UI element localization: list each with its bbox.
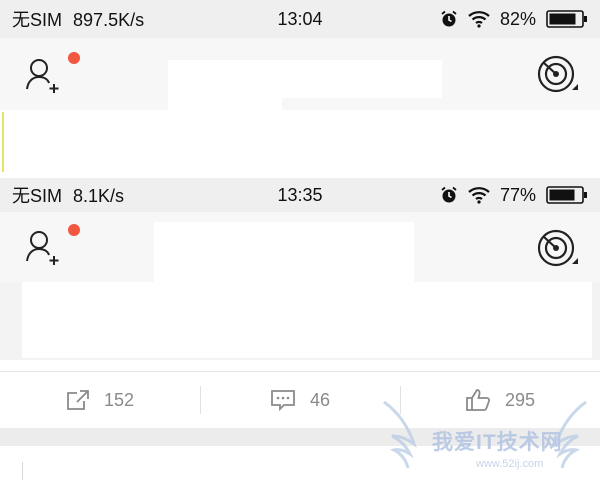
notification-dot-2 [68, 224, 80, 236]
add-friend-icon[interactable] [24, 228, 64, 268]
comment-icon [271, 390, 295, 411]
wifi-icon [468, 11, 490, 28]
carrier-label-2: 无SIM [12, 186, 63, 206]
status-right-2: 77% [440, 185, 588, 206]
status-left: 无SIM 897.5K/s [12, 6, 144, 32]
watermark-title: 我爱IT技术网 [432, 431, 563, 454]
comment-button[interactable]: 46 [200, 372, 400, 428]
battery-percent: 82% [499, 8, 536, 29]
wifi-icon [468, 187, 490, 204]
battery-percent-2: 77% [499, 184, 536, 205]
status-bar-2: 无SIM 8.1K/s 13:35 77% [0, 178, 600, 212]
status-right: 82% [440, 9, 588, 30]
carrier-label: 无SIM [12, 10, 63, 30]
comment-count: 46 [309, 389, 331, 410]
top-nav-bar-2 [0, 212, 600, 282]
notification-dot [68, 52, 80, 64]
status-bar: 无SIM 897.5K/s 13:04 82% [0, 0, 600, 38]
edge-marker [2, 112, 4, 172]
radar-icon[interactable] [536, 54, 580, 98]
redacted-title-area-2 [154, 222, 414, 282]
top-nav-bar [0, 38, 600, 112]
watermark: 我爱IT技术网 www.52ij.com [380, 400, 590, 480]
network-speed-2: 8.1K/s [73, 186, 125, 206]
share-count: 152 [103, 389, 135, 410]
watermark-url: www.52ij.com [476, 458, 544, 470]
status-left-2: 无SIM 8.1K/s [12, 182, 124, 208]
redacted-title-area [168, 60, 442, 98]
battery-icon [546, 186, 587, 204]
add-friend-icon[interactable] [24, 56, 64, 96]
share-icon [67, 390, 89, 410]
redacted-content [22, 282, 592, 358]
alarm-icon [441, 186, 457, 203]
alarm-icon [441, 10, 457, 27]
network-speed: 897.5K/s [73, 10, 145, 30]
battery-icon [546, 10, 587, 28]
radar-icon[interactable] [536, 228, 580, 272]
content-area [0, 110, 600, 180]
next-item-edge [22, 462, 23, 480]
share-button[interactable]: 152 [0, 372, 200, 428]
content-area-2 [0, 282, 600, 360]
